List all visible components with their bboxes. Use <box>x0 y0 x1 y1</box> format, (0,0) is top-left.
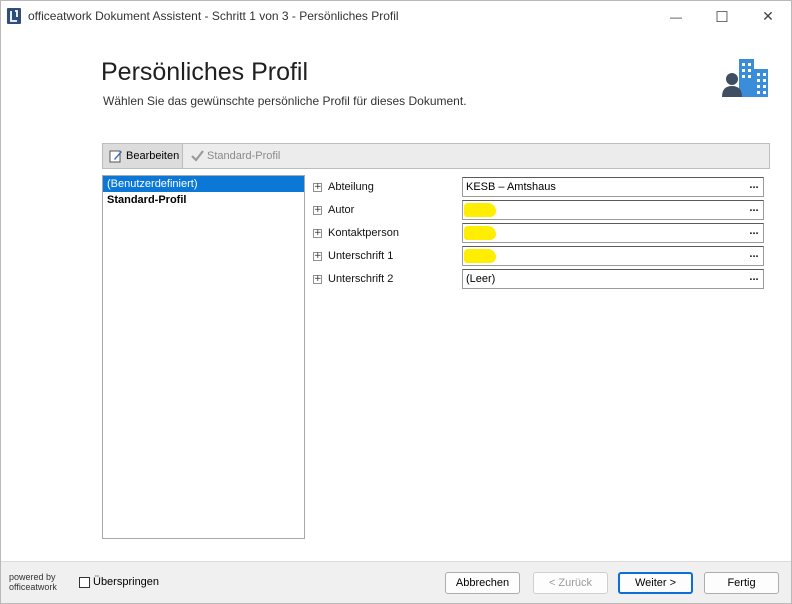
abteilung-value: KESB – Amtshaus <box>466 181 556 193</box>
abteilung-field[interactable]: KESB – Amtshaus ... <box>462 177 764 197</box>
autor-field[interactable]: ... <box>462 200 764 220</box>
cancel-button[interactable]: Abbrechen <box>445 572 520 594</box>
autor-browse-button[interactable]: ... <box>745 201 763 219</box>
property-label: Unterschrift 2 <box>328 273 394 285</box>
close-icon: ✕ <box>762 8 774 24</box>
unterschrift-2-value: (Leer) <box>466 273 496 285</box>
skip-option[interactable]: Überspringen <box>79 576 159 588</box>
profile-item-custom[interactable]: (Benutzerdefiniert) <box>103 176 304 192</box>
edit-button-label: Bearbeiten <box>126 150 180 162</box>
property-label: Kontaktperson <box>328 227 399 239</box>
powered-by-brand: officeatwork <box>9 582 57 592</box>
expand-icon[interactable]: + <box>313 275 322 284</box>
finish-button-label: Fertig <box>727 577 756 589</box>
property-row-unterschrift-2: + Unterschrift 2 (Leer) ... <box>313 269 767 291</box>
skip-label: Überspringen <box>93 576 160 588</box>
edit-button[interactable]: Bearbeiten <box>103 144 183 168</box>
edit-icon <box>109 150 122 163</box>
kontaktperson-field[interactable]: ... <box>462 223 764 243</box>
standard-profile-button[interactable]: Standard-Profil <box>191 144 280 168</box>
redaction-highlight <box>464 249 496 263</box>
unterschrift-2-field[interactable]: (Leer) ... <box>462 269 764 289</box>
unterschrift-1-browse-button[interactable]: ... <box>745 247 763 265</box>
page-title: Persönliches Profil <box>101 58 309 86</box>
finish-button[interactable]: Fertig <box>704 572 779 594</box>
expand-icon[interactable]: + <box>313 183 322 192</box>
expand-icon[interactable]: + <box>313 252 322 261</box>
property-row-autor: + Autor ... <box>313 200 767 222</box>
checkmark-icon <box>191 150 204 162</box>
next-button-label: Weiter > <box>634 577 677 589</box>
abteilung-browse-button[interactable]: ... <box>745 178 763 196</box>
powered-by-line: powered by <box>9 572 56 582</box>
close-button[interactable]: ✕ <box>745 1 791 32</box>
minimize-icon: — <box>670 9 682 24</box>
window-title: officeatwork Dokument Assistent - Schrit… <box>28 9 399 23</box>
standard-profile-label: Standard-Profil <box>207 150 281 162</box>
maximize-icon: ☐ <box>715 8 729 26</box>
property-label: Autor <box>328 204 355 216</box>
expand-icon[interactable]: + <box>313 229 322 238</box>
next-button[interactable]: Weiter > <box>618 572 693 594</box>
wizard-window: officeatwork Dokument Assistent - Schrit… <box>0 0 792 604</box>
kontaktperson-browse-button[interactable]: ... <box>745 224 763 242</box>
page-subtitle: Wählen Sie das gewünschte persönliche Pr… <box>103 94 467 108</box>
redaction-highlight <box>464 226 496 240</box>
profile-item-standard[interactable]: Standard-Profil <box>103 192 304 208</box>
property-row-unterschrift-1: + Unterschrift 1 ... <box>313 246 767 268</box>
back-button-label: < Zurück <box>548 577 593 589</box>
property-label: Unterschrift 1 <box>328 250 394 262</box>
unterschrift-2-browse-button[interactable]: ... <box>745 270 763 288</box>
maximize-button[interactable]: ☐ <box>699 1 745 32</box>
cancel-button-label: Abbrechen <box>455 577 510 589</box>
skip-checkbox[interactable] <box>79 576 90 588</box>
back-button[interactable]: < Zurück <box>533 572 608 594</box>
user-building-icon <box>722 59 768 97</box>
expand-icon[interactable]: + <box>313 206 322 215</box>
property-row-abteilung: + Abteilung KESB – Amtshaus ... <box>313 177 767 199</box>
profile-toolbar: Bearbeiten Standard-Profil <box>102 143 770 169</box>
property-row-kontaktperson: + Kontaktperson ... <box>313 223 767 245</box>
powered-by-logo: powered by officeatwork <box>9 572 57 592</box>
footer-bar: powered by officeatwork Überspringen Abb… <box>1 561 791 603</box>
officeatwork-app-icon <box>7 8 21 24</box>
redaction-highlight <box>464 203 496 217</box>
unterschrift-1-field[interactable]: ... <box>462 246 764 266</box>
title-bar[interactable]: officeatwork Dokument Assistent - Schrit… <box>1 1 791 32</box>
property-label: Abteilung <box>328 181 374 193</box>
minimize-button[interactable]: — <box>653 1 699 32</box>
profile-list[interactable]: (Benutzerdefiniert) Standard-Profil <box>102 175 305 539</box>
